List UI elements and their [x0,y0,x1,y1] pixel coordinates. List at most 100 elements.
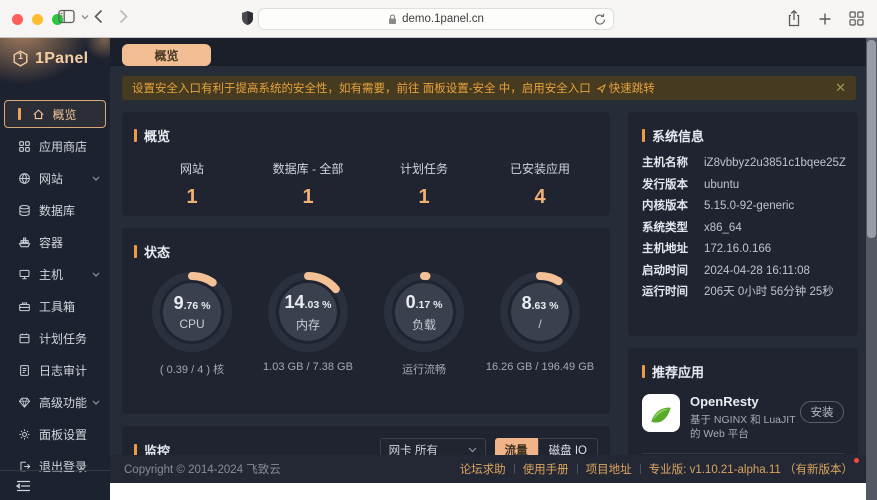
share-icon[interactable] [787,10,801,27]
disk-caption: 16.26 GB / 196.49 GB [486,361,594,373]
disk-gauge[interactable]: 8.63 % / 16.26 GB / 196.49 GB [482,270,598,377]
title-accent-bar [642,129,645,142]
logo-text: 1Panel [35,50,88,68]
system-row-distro: 发行版本ubuntu [642,179,844,191]
sidebar-menu: 概览 应用商店 网站 数据库 容器 [0,70,110,482]
title-accent-bar [134,245,137,258]
sidebar-item-toolbox[interactable]: 工具箱 [0,290,110,322]
sidebar-item-container[interactable]: 容器 [0,226,110,258]
sidebar: 1 1Panel 概览 应用商店 网站 [0,38,110,500]
version-link[interactable]: 专业版: v1.10.21-alpha.11 （有新版本） [641,461,853,477]
project-link[interactable]: 项目地址 [578,461,640,477]
title-accent-bar [134,129,137,142]
tab-overview-icon[interactable] [849,11,864,26]
system-row-boot-time: 启动时间2024-04-28 16:11:08 [642,265,844,277]
home-icon [32,108,45,121]
toolbox-icon [18,300,31,313]
new-tab-icon[interactable] [818,12,832,26]
host-icon [18,268,31,281]
chevron-down-icon [92,400,100,405]
sidebar-item-cronjob[interactable]: 计划任务 [0,322,110,354]
back-button[interactable] [94,9,103,24]
stat-websites[interactable]: 网站 1 [134,160,250,209]
load-gauge[interactable]: 0.17 % 负载 运行流畅 [366,270,482,377]
app-store-icon [18,140,31,153]
system-row-uptime: 运行时间206天 0小时 56分钟 25秒 [642,286,844,298]
log-icon [18,364,31,377]
forward-button[interactable] [119,9,128,24]
lock-icon [388,14,397,25]
globe-icon [18,172,31,185]
collapse-sidebar-icon[interactable] [16,480,31,492]
chevron-down-icon [92,176,100,181]
stat-installed-apps[interactable]: 已安装应用 4 [482,160,598,209]
status-title: 状态 [144,242,170,261]
chevron-down-icon [92,272,100,277]
banner-text: 设置安全入口有利于提高系统的安全性，如有需要，前往 面板设置-安全 中，启用安全… [132,80,591,96]
security-banner: 设置安全入口有利于提高系统的安全性，如有需要，前往 面板设置-安全 中，启用安全… [122,76,856,100]
cpu-gauge[interactable]: 9.76 % CPU ( 0.39 / 4 ) 核 [134,270,250,377]
container-icon [18,236,31,249]
logo-hexagon-icon: 1 [12,50,29,67]
active-indicator-bar [18,108,21,120]
bottom-whitespace [110,483,877,500]
manual-link[interactable]: 使用手册 [515,461,577,477]
app-name[interactable]: OpenResty [690,394,808,409]
install-button[interactable]: 安装 [800,401,844,423]
minimize-window-button[interactable] [32,14,43,25]
page-scrollbar[interactable] [866,38,877,500]
openresty-icon [642,394,680,432]
stat-databases[interactable]: 数据库 - 全部 1 [250,160,366,209]
sidebar-item-host[interactable]: 主机 [0,258,110,290]
recommended-apps-title: 推荐应用 [652,362,704,381]
overview-card: 概览 网站 1 数据库 - 全部 1 计划任务 1 已安装应 [122,112,610,216]
status-card: 状态 9.76 % CPU [122,228,610,414]
shield-extension-icon[interactable] [241,10,254,26]
sidebar-footer [0,470,110,500]
memory-gauge[interactable]: 14.03 % 内存 1.03 GB / 7.38 GB [250,270,366,377]
load-caption: 运行流畅 [402,361,446,377]
tab-bar: 概览 [110,38,877,66]
sidebar-toggle-icon[interactable] [58,9,75,24]
gem-icon [18,396,31,409]
title-accent-bar [642,365,645,378]
close-window-button[interactable] [12,14,23,25]
sidebar-item-logs[interactable]: 日志审计 [0,354,110,386]
app-description: 基于 NGINX 和 LuaJIT 的 Web 平台 [690,413,808,441]
app-row-openresty: OpenResty 基于 NGINX 和 LuaJIT 的 Web 平台 安装 [642,394,844,454]
system-info-title: 系统信息 [652,126,704,145]
system-row-hostname: 主机名称iZ8vbbyz2u3851c1bqee25Z [642,157,844,169]
cpu-caption: ( 0.39 / 4 ) 核 [160,361,224,377]
jump-icon [597,84,606,93]
overview-title: 概览 [144,126,170,145]
banner-close-icon[interactable]: ✕ [835,80,846,96]
address-bar[interactable]: demo.1panel.cn [258,8,614,30]
forum-help-link[interactable]: 论坛求助 [452,461,514,477]
scrollbar-thumb[interactable] [867,40,876,238]
screen: demo.1panel.cn [0,0,877,500]
system-row-ip: 主机地址172.16.0.166 [642,243,844,255]
browser-chrome: demo.1panel.cn [0,0,877,38]
system-row-kernel: 内核版本5.15.0-92-generic [642,200,844,212]
sidebar-item-overview[interactable]: 概览 [4,100,106,128]
chevron-down-icon [468,447,477,453]
tab-overview[interactable]: 概览 [122,44,211,66]
stat-cronjobs[interactable]: 计划任务 1 [366,160,482,209]
main-content: 概览 设置安全入口有利于提高系统的安全性，如有需要，前往 面板设置-安全 中，启… [110,38,877,500]
sidebar-item-app-store[interactable]: 应用商店 [0,130,110,162]
sidebar-chevron-icon[interactable] [81,14,89,20]
sidebar-item-website[interactable]: 网站 [0,162,110,194]
1panel-app: 1 1Panel 概览 应用商店 网站 [0,38,877,500]
sidebar-item-advanced[interactable]: 高级功能 [0,386,110,418]
update-badge [854,458,859,463]
gear-icon [18,428,31,441]
sidebar-item-settings[interactable]: 面板设置 [0,418,110,450]
sidebar-item-database[interactable]: 数据库 [0,194,110,226]
calendar-icon [18,332,31,345]
traffic-lights [12,14,63,25]
reload-icon[interactable] [594,13,606,26]
logo[interactable]: 1 1Panel [0,38,110,70]
footer: Copyright © 2014-2024 飞致云 论坛求助 使用手册 项目地址… [110,455,877,483]
copyright-text: Copyright © 2014-2024 飞致云 [124,461,281,477]
quick-jump-link[interactable]: 快速跳转 [597,80,655,96]
